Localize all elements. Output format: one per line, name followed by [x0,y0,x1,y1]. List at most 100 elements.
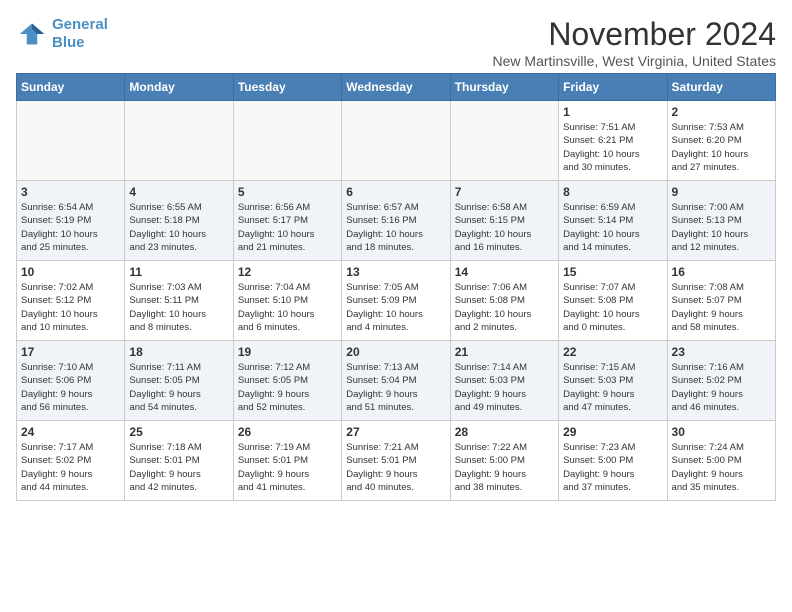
day-info: Sunrise: 7:08 AM Sunset: 5:07 PM Dayligh… [672,281,771,334]
day-info: Sunrise: 7:03 AM Sunset: 5:11 PM Dayligh… [129,281,228,334]
calendar-cell: 17 Sunrise: 7:10 AM Sunset: 5:06 PM Dayli… [17,341,125,421]
day-number: 1 [563,105,662,119]
day-number: 26 [238,425,337,439]
calendar-cell: 21 Sunrise: 7:14 AM Sunset: 5:03 PM Dayli… [450,341,558,421]
day-info: Sunrise: 7:12 AM Sunset: 5:05 PM Dayligh… [238,361,337,414]
day-number: 22 [563,345,662,359]
title-block: November 2024 New Martinsville, West Vir… [493,16,776,69]
day-number: 9 [672,185,771,199]
day-number: 5 [238,185,337,199]
calendar-cell: 30 Sunrise: 7:24 AM Sunset: 5:00 PM Dayli… [667,421,775,501]
day-number: 17 [21,345,120,359]
day-info: Sunrise: 7:11 AM Sunset: 5:05 PM Dayligh… [129,361,228,414]
calendar-cell [125,101,233,181]
day-number: 6 [346,185,445,199]
calendar-cell: 7 Sunrise: 6:58 AM Sunset: 5:15 PM Daylig… [450,181,558,261]
logo-icon [16,20,48,48]
calendar-cell: 15 Sunrise: 7:07 AM Sunset: 5:08 PM Dayli… [559,261,667,341]
calendar-cell [17,101,125,181]
day-info: Sunrise: 6:58 AM Sunset: 5:15 PM Dayligh… [455,201,554,254]
day-number: 18 [129,345,228,359]
day-info: Sunrise: 7:22 AM Sunset: 5:00 PM Dayligh… [455,441,554,494]
logo: General Blue [16,16,108,52]
day-number: 13 [346,265,445,279]
header-monday: Monday [125,74,233,101]
day-number: 20 [346,345,445,359]
day-info: Sunrise: 7:07 AM Sunset: 5:08 PM Dayligh… [563,281,662,334]
calendar-cell: 26 Sunrise: 7:19 AM Sunset: 5:01 PM Dayli… [233,421,341,501]
calendar-cell: 20 Sunrise: 7:13 AM Sunset: 5:04 PM Dayli… [342,341,450,421]
logo-line2: Blue [52,34,85,51]
calendar-cell: 22Sunrise: 7:15 AM Sunset: 5:03 PM Dayli… [559,341,667,421]
day-info: Sunrise: 7:06 AM Sunset: 5:08 PM Dayligh… [455,281,554,334]
calendar-cell [450,101,558,181]
day-info: Sunrise: 7:00 AM Sunset: 5:13 PM Dayligh… [672,201,771,254]
calendar-cell: 18 Sunrise: 7:11 AM Sunset: 5:05 PM Dayli… [125,341,233,421]
calendar-cell [233,101,341,181]
calendar-cell: 13Sunrise: 7:05 AM Sunset: 5:09 PM Dayli… [342,261,450,341]
calendar-cell: 4 Sunrise: 6:55 AM Sunset: 5:18 PM Daylig… [125,181,233,261]
header-saturday: Saturday [667,74,775,101]
page-header: General Blue November 2024 New Martinsvi… [16,16,776,69]
header-row: SundayMondayTuesdayWednesdayThursdayFrid… [17,74,776,101]
location-title: New Martinsville, West Virginia, United … [493,53,776,69]
calendar-cell: 27Sunrise: 7:21 AM Sunset: 5:01 PM Dayli… [342,421,450,501]
calendar-cell: 19 Sunrise: 7:12 AM Sunset: 5:05 PM Dayli… [233,341,341,421]
day-number: 15 [563,265,662,279]
calendar-cell: 9 Sunrise: 7:00 AM Sunset: 5:13 PM Daylig… [667,181,775,261]
day-number: 25 [129,425,228,439]
day-info: Sunrise: 7:14 AM Sunset: 5:03 PM Dayligh… [455,361,554,414]
calendar-cell: 5 Sunrise: 6:56 AM Sunset: 5:17 PM Daylig… [233,181,341,261]
day-number: 7 [455,185,554,199]
week-row-1: 1 Sunrise: 7:51 AM Sunset: 6:21 PM Daylig… [17,101,776,181]
day-info: Sunrise: 7:53 AM Sunset: 6:20 PM Dayligh… [672,121,771,174]
calendar-cell [342,101,450,181]
calendar-cell: 23 Sunrise: 7:16 AM Sunset: 5:02 PM Dayli… [667,341,775,421]
calendar-cell: 25 Sunrise: 7:18 AM Sunset: 5:01 PM Dayli… [125,421,233,501]
day-number: 28 [455,425,554,439]
calendar-cell: 29 Sunrise: 7:23 AM Sunset: 5:00 PM Dayli… [559,421,667,501]
header-sunday: Sunday [17,74,125,101]
day-info: Sunrise: 7:10 AM Sunset: 5:06 PM Dayligh… [21,361,120,414]
day-number: 30 [672,425,771,439]
day-number: 29 [563,425,662,439]
logo-text: General Blue [52,16,108,52]
day-info: Sunrise: 7:17 AM Sunset: 5:02 PM Dayligh… [21,441,120,494]
calendar-cell: 6 Sunrise: 6:57 AM Sunset: 5:16 PM Daylig… [342,181,450,261]
day-info: Sunrise: 7:13 AM Sunset: 5:04 PM Dayligh… [346,361,445,414]
day-number: 8 [563,185,662,199]
day-info: Sunrise: 7:21 AM Sunset: 5:01 PM Dayligh… [346,441,445,494]
calendar-cell: 8Sunrise: 6:59 AM Sunset: 5:14 PM Daylig… [559,181,667,261]
calendar-table: SundayMondayTuesdayWednesdayThursdayFrid… [16,73,776,501]
day-number: 11 [129,265,228,279]
day-info: Sunrise: 7:23 AM Sunset: 5:00 PM Dayligh… [563,441,662,494]
week-row-3: 10Sunrise: 7:02 AM Sunset: 5:12 PM Dayli… [17,261,776,341]
day-number: 14 [455,265,554,279]
month-title: November 2024 [493,16,776,53]
week-row-2: 3 Sunrise: 6:54 AM Sunset: 5:19 PM Daylig… [17,181,776,261]
day-info: Sunrise: 7:16 AM Sunset: 5:02 PM Dayligh… [672,361,771,414]
day-number: 21 [455,345,554,359]
day-number: 24 [21,425,120,439]
calendar-cell: 10Sunrise: 7:02 AM Sunset: 5:12 PM Dayli… [17,261,125,341]
day-info: Sunrise: 6:55 AM Sunset: 5:18 PM Dayligh… [129,201,228,254]
day-number: 4 [129,185,228,199]
day-info: Sunrise: 7:51 AM Sunset: 6:21 PM Dayligh… [563,121,662,174]
day-number: 3 [21,185,120,199]
day-info: Sunrise: 7:24 AM Sunset: 5:00 PM Dayligh… [672,441,771,494]
day-number: 2 [672,105,771,119]
header-thursday: Thursday [450,74,558,101]
calendar-cell: 3 Sunrise: 6:54 AM Sunset: 5:19 PM Daylig… [17,181,125,261]
day-info: Sunrise: 6:56 AM Sunset: 5:17 PM Dayligh… [238,201,337,254]
day-number: 23 [672,345,771,359]
calendar-cell: 12Sunrise: 7:04 AM Sunset: 5:10 PM Dayli… [233,261,341,341]
day-info: Sunrise: 6:54 AM Sunset: 5:19 PM Dayligh… [21,201,120,254]
week-row-4: 17 Sunrise: 7:10 AM Sunset: 5:06 PM Dayli… [17,341,776,421]
day-number: 16 [672,265,771,279]
day-info: Sunrise: 6:57 AM Sunset: 5:16 PM Dayligh… [346,201,445,254]
day-info: Sunrise: 7:18 AM Sunset: 5:01 PM Dayligh… [129,441,228,494]
header-wednesday: Wednesday [342,74,450,101]
calendar-cell: 14 Sunrise: 7:06 AM Sunset: 5:08 PM Dayli… [450,261,558,341]
day-info: Sunrise: 7:19 AM Sunset: 5:01 PM Dayligh… [238,441,337,494]
day-number: 19 [238,345,337,359]
